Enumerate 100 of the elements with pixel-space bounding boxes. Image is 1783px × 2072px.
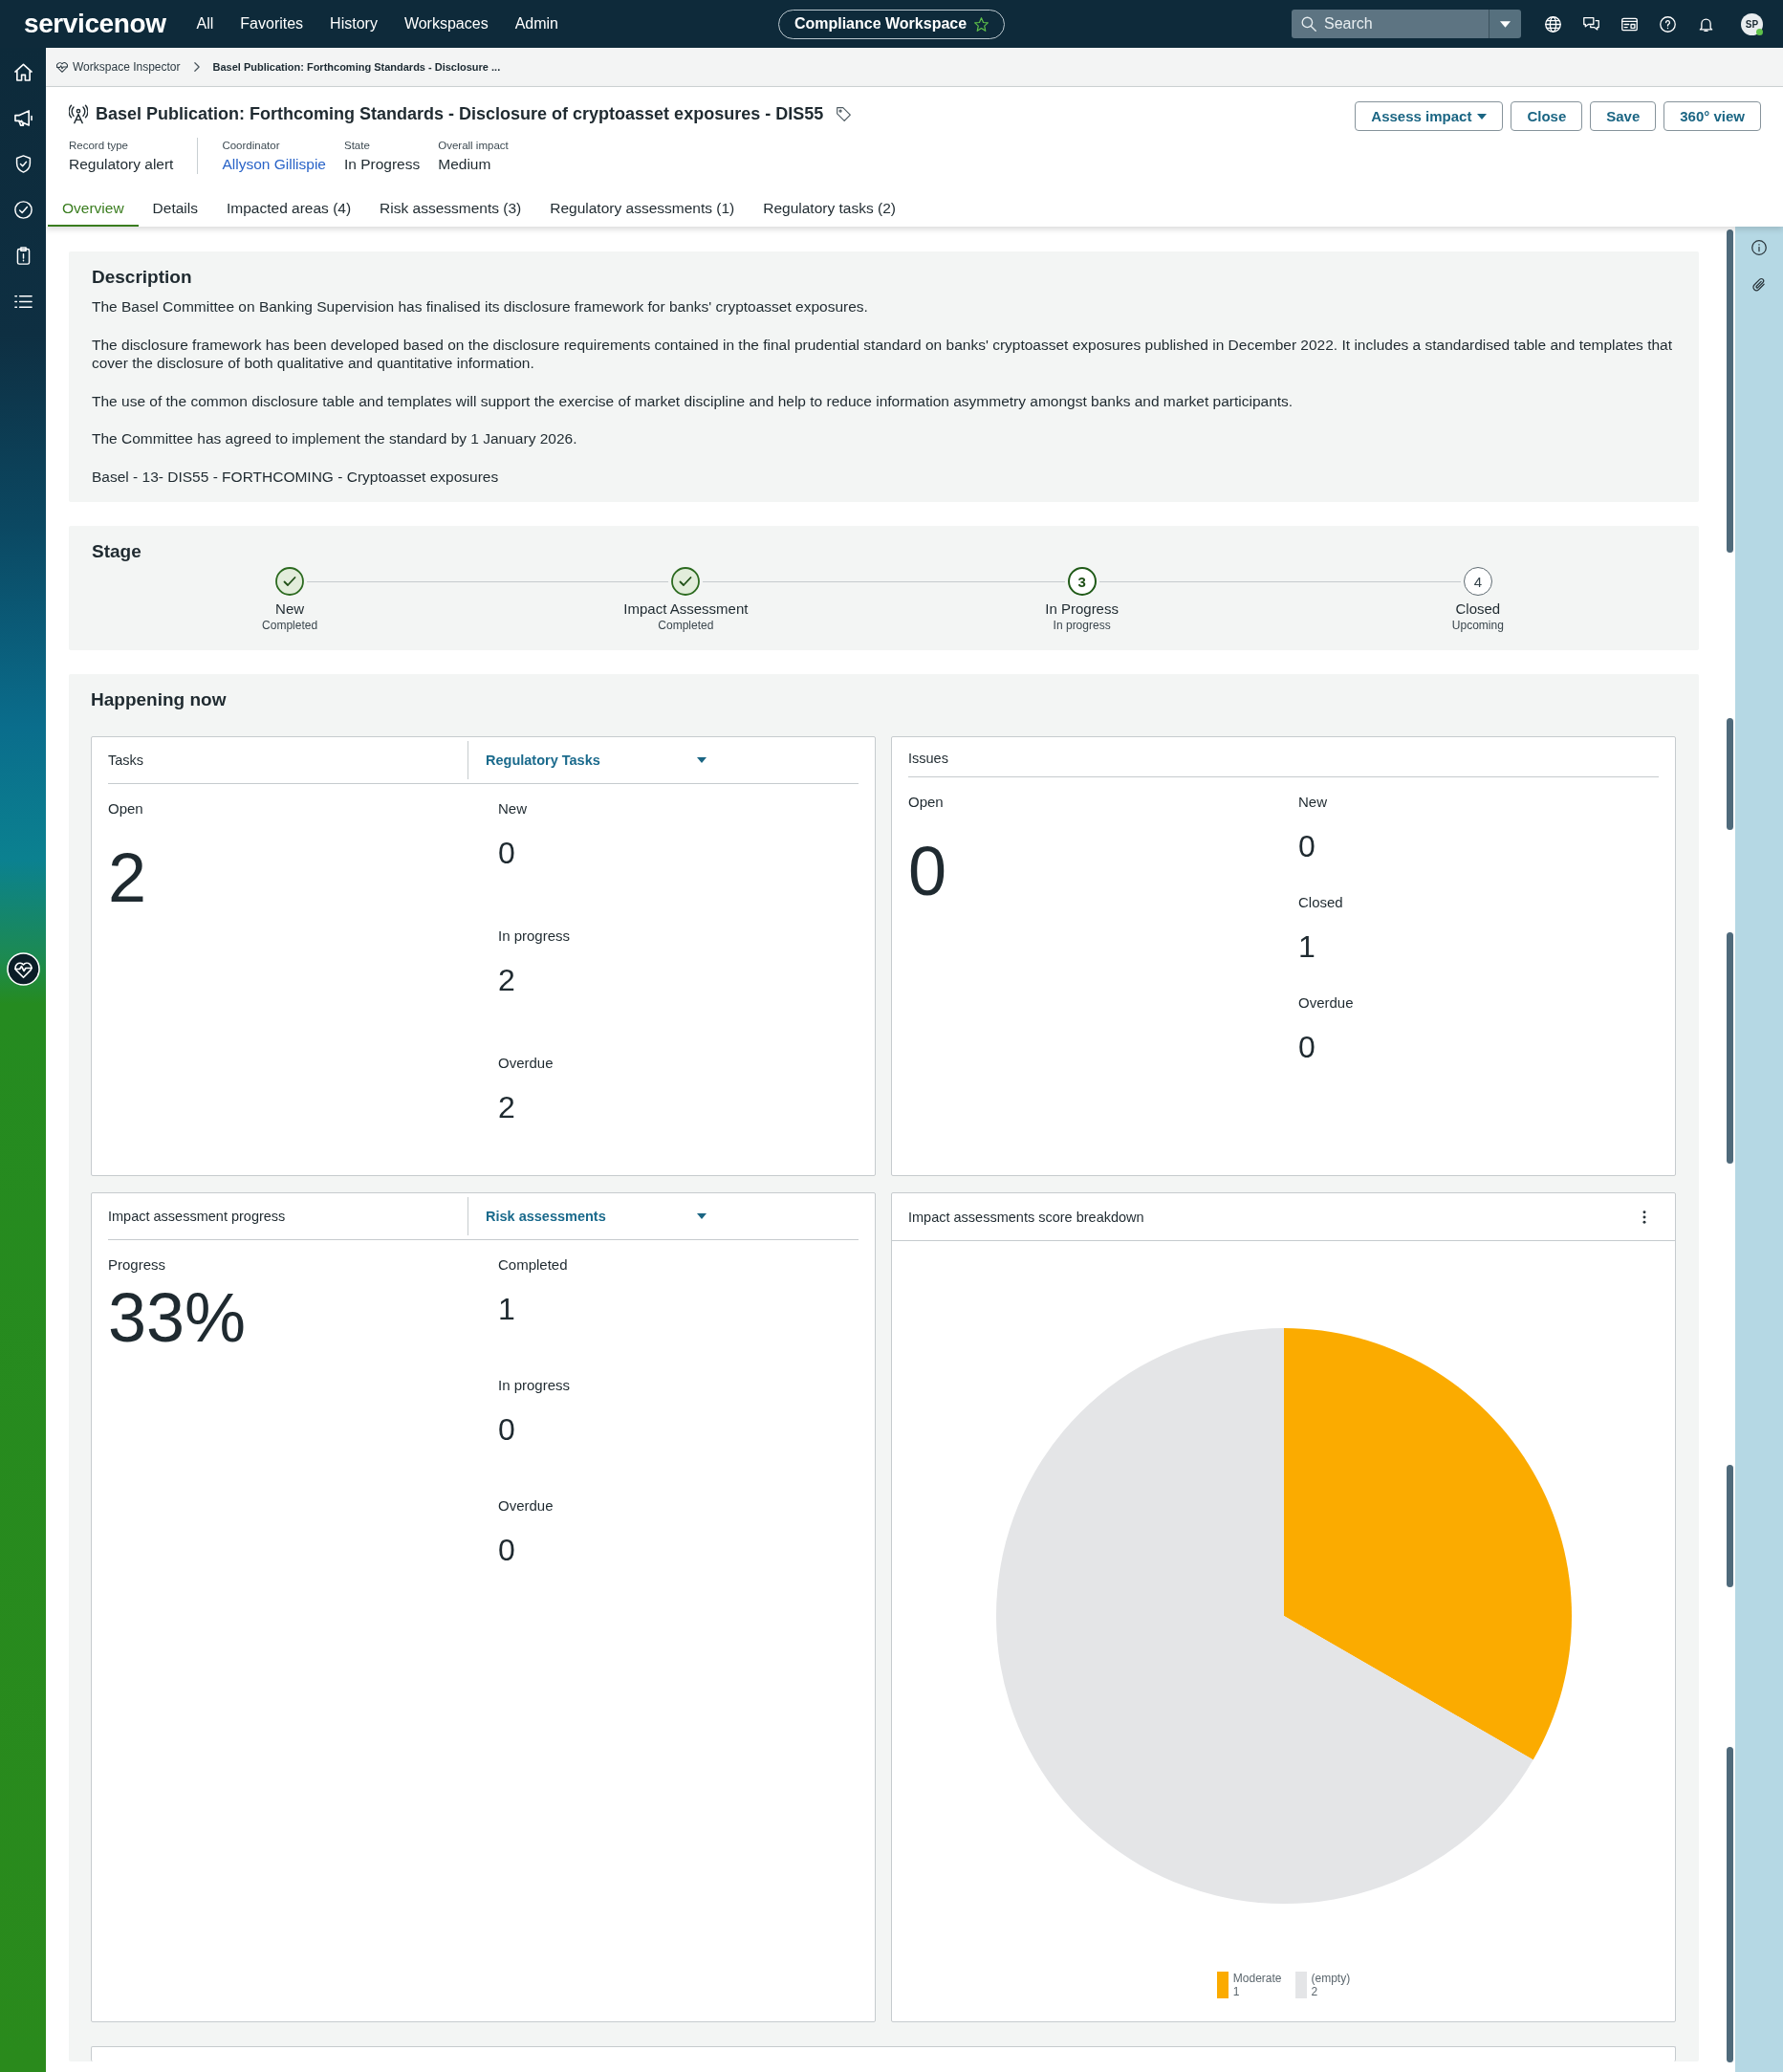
stat-label: New: [498, 799, 527, 818]
filter-dropdown[interactable]: Regulatory Tasks: [467, 741, 718, 779]
breadcrumb-link[interactable]: Basel Publication: Forthcoming Standards - Disclosure ...: [212, 61, 501, 73]
panel-title: Impact assessment progress: [108, 1208, 287, 1226]
scrollbar-thumb[interactable]: [1727, 229, 1733, 553]
user-avatar[interactable]: SP: [1741, 12, 1763, 35]
check-circle-icon[interactable]: [13, 200, 33, 219]
description-paragraph: The Committee has agreed to implement the standard by 1 January 2026.: [92, 429, 578, 448]
broadcast-icon: [69, 103, 88, 124]
tab[interactable]: Regulatory assessments (1): [535, 191, 750, 227]
nav-menu-item[interactable]: Workspaces: [403, 14, 489, 33]
breadcrumb-link[interactable]: Workspace Inspector: [56, 60, 181, 74]
stat-label: Overdue: [1298, 993, 1354, 1013]
filter-dropdown[interactable]: Risk assessments: [467, 1197, 718, 1235]
field-value: Medium: [438, 155, 492, 174]
stat-value: 0: [498, 1411, 515, 1449]
stat-value: 33%: [108, 1279, 248, 1356]
tab[interactable]: Risk assessments (3): [365, 191, 536, 227]
info-icon[interactable]: [1751, 240, 1767, 255]
section-title: Description: [92, 266, 193, 289]
scrollbar-thumb[interactable]: [1727, 1747, 1733, 2062]
action-button[interactable]: Save: [1590, 101, 1657, 131]
stat-value: 0: [1298, 1029, 1316, 1066]
tab[interactable]: Impacted areas (4): [212, 191, 366, 227]
section-title: Stage: [92, 540, 142, 563]
field-value: In Progress: [343, 155, 421, 174]
stat-value: 2: [498, 962, 515, 999]
step-label: Closed: [1455, 600, 1501, 619]
more-icon[interactable]: [1642, 1210, 1646, 1224]
step-label: In Progress: [1045, 600, 1119, 619]
step-label: Impact Assessment: [623, 600, 749, 619]
step-status: Upcoming: [1451, 619, 1504, 632]
megaphone-icon[interactable]: [13, 108, 33, 127]
nav-menu-item[interactable]: Admin: [514, 14, 558, 33]
scrollbar-thumb[interactable]: [1727, 932, 1733, 1164]
stat-value: 2: [498, 1089, 515, 1126]
action-button[interactable]: 360° view: [1663, 101, 1761, 131]
caret-icon: [697, 757, 707, 763]
stat-value: 1: [1298, 928, 1316, 966]
paperclip-icon[interactable]: [1751, 277, 1767, 293]
tab[interactable]: Regulatory tasks (2): [749, 191, 910, 227]
record-title: Basel Publication: Forthcoming Standards - Disclosure of cryptoasset exposures - DIS55: [96, 103, 824, 125]
stat-label: Overdue: [498, 1054, 554, 1073]
help-icon[interactable]: [1660, 15, 1676, 33]
step-number: 3: [1067, 567, 1097, 596]
stat-value: 2: [108, 840, 148, 916]
scrollbar-thumb[interactable]: [1727, 718, 1733, 830]
caret-icon: [1477, 113, 1488, 120]
action-button[interactable]: Close: [1511, 101, 1583, 131]
heart-pulse-icon[interactable]: [6, 952, 40, 986]
stat-value: 0: [498, 835, 515, 872]
search-scope-button[interactable]: [1489, 10, 1521, 38]
action-button[interactable]: Assess impact: [1355, 101, 1504, 131]
step-status: In progress: [1053, 619, 1111, 632]
bell-icon[interactable]: [1698, 15, 1714, 33]
stat-label: Open: [908, 793, 945, 812]
stat-label: Closed: [1298, 893, 1343, 912]
nav-menu-item[interactable]: All: [196, 14, 214, 33]
logo[interactable]: servicenow: [24, 9, 166, 39]
description-paragraph: The disclosure framework has been developed based on the disclosure requirements contained in the final prudential standard on banks' cryptoasset exposures published in December 2022. It includes a standardised table and templates that cover the disclosure of both qualitative and quantitative information.: [92, 335, 1673, 373]
chat-icon[interactable]: [1583, 15, 1599, 33]
caret-icon: [1500, 20, 1511, 28]
id-card-icon[interactable]: [1621, 15, 1638, 33]
nav-menu-item[interactable]: Favorites: [240, 14, 304, 33]
scrollbar-thumb[interactable]: [1727, 1465, 1733, 1587]
chevron-right-icon: [193, 62, 200, 72]
legend-value: 2: [1311, 1985, 1318, 1998]
tab[interactable]: Overview: [48, 191, 139, 227]
step-number: 4: [1463, 567, 1492, 596]
globe-icon[interactable]: [1545, 15, 1561, 33]
tab[interactable]: Details: [138, 191, 212, 227]
description-paragraph: The Basel Committee on Banking Supervision has finalised its disclosure framework for banks' cryptoasset exposures.: [92, 297, 869, 316]
tag-icon[interactable]: [837, 106, 852, 121]
step-label: New: [275, 600, 305, 619]
home-icon[interactable]: [13, 62, 33, 81]
nav-menu-item[interactable]: History: [330, 14, 378, 33]
stat-label: Open: [108, 799, 144, 818]
field-label: Coordinator: [222, 139, 281, 153]
stat-value: 0: [908, 833, 948, 909]
stat-value: 1: [498, 1291, 515, 1328]
star-icon[interactable]: [974, 16, 989, 32]
section-title: Happening now: [91, 688, 228, 711]
search-icon: [1301, 16, 1316, 32]
stat-value: 0: [1298, 828, 1316, 865]
stat-label: New: [1298, 793, 1327, 812]
stat-label: Progress: [108, 1255, 167, 1275]
legend-label: Moderate: [1232, 1972, 1282, 1985]
field-label: State: [343, 139, 371, 153]
search-field[interactable]: Search: [1292, 10, 1489, 38]
stat-label: In progress: [498, 1376, 571, 1395]
field-link[interactable]: Allyson Gillispie: [222, 155, 326, 174]
stat-label: Completed: [498, 1255, 568, 1275]
description-paragraph: Basel - 13- DIS55 - FORTHCOMING - Cryptoasset exposures: [92, 467, 500, 486]
step-status: Completed: [262, 619, 318, 632]
heart-pulse-icon: [56, 61, 68, 73]
shield-check-icon[interactable]: [13, 154, 33, 173]
field-label: Overall impact: [438, 139, 509, 153]
step-status: Completed: [658, 619, 714, 632]
panel-title: Impact assessments score breakdown: [908, 1209, 1144, 1227]
caret-icon: [697, 1213, 707, 1219]
